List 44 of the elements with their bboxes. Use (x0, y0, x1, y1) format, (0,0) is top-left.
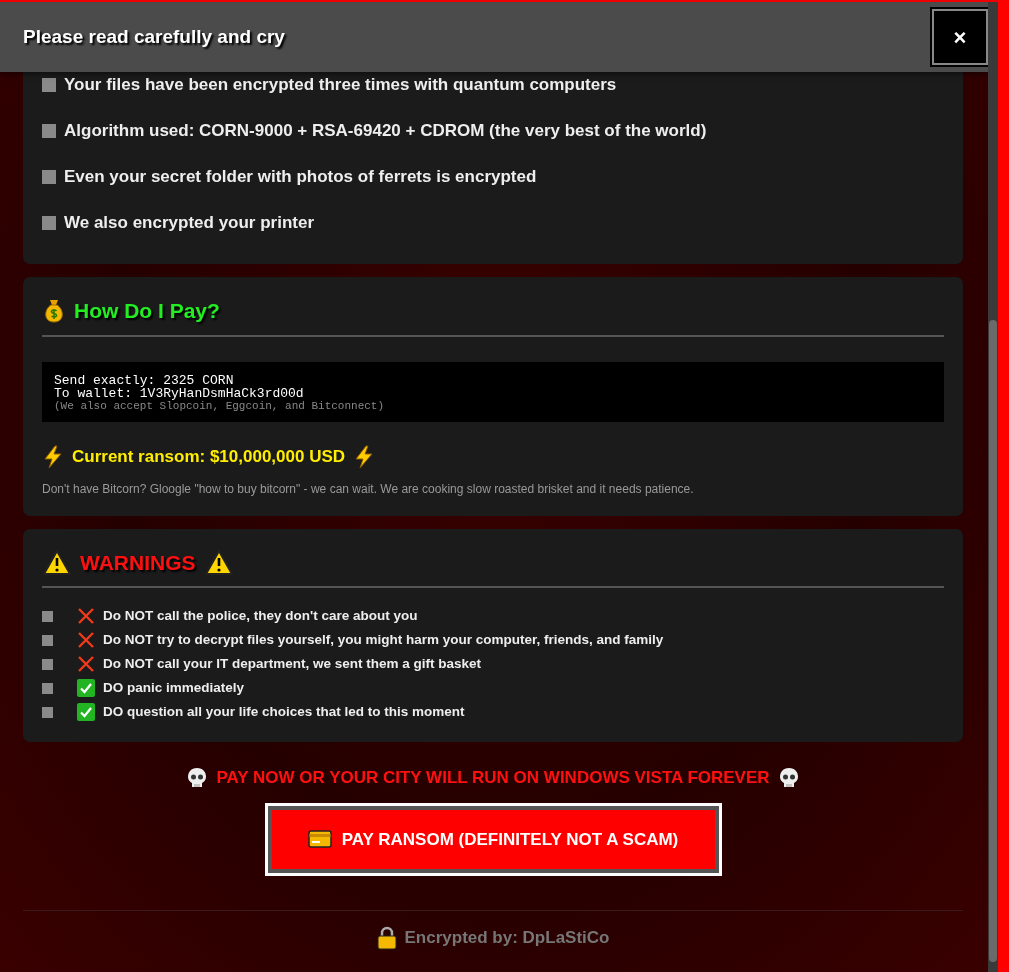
close-button[interactable]: × (932, 9, 988, 65)
fact-text: Your files have been encrypted three times with quantum computers (64, 74, 617, 97)
skull-icon (777, 767, 800, 790)
money-bag-icon (42, 297, 66, 324)
bullet-icon (42, 78, 56, 92)
bullet-icon (42, 634, 53, 646)
skull-icon (186, 767, 209, 790)
warning-text: Do NOT try to decrypt files yourself, you might harm your computer, friends, and family (103, 631, 664, 650)
bullet-icon (42, 610, 53, 622)
warning-text: DO panic immediately (103, 679, 245, 698)
warning-icon (203, 549, 234, 577)
section-title: How Do I Pay? (74, 298, 220, 324)
code-note: (We also accept Slopcoin, Eggcoin, and Bitconnect) (54, 400, 386, 413)
ransom-amount: Current ransom: $10,000,000 USD (72, 446, 346, 469)
footer-text: Encrypted by: DpLaStiCo (404, 926, 610, 949)
bullet-icon (42, 124, 56, 138)
warning-text: Do NOT call the police, they don't care about you (103, 607, 418, 626)
cross-icon (77, 631, 95, 650)
check-icon (77, 703, 95, 722)
fact-text: Even your secret folder with photos of ferrets is encrypted (64, 166, 537, 189)
cross-icon (77, 655, 95, 674)
bullet-icon (42, 706, 53, 718)
lightning-icon (353, 445, 376, 470)
hint-text: Don't have Bitcorn? Gloogle "how to buy bitcorn" - we can wait. We are cooking slow roasted brisket and it needs patience. (42, 480, 695, 498)
check-icon (77, 679, 95, 698)
bullet-icon (42, 216, 56, 230)
bullet-icon (42, 170, 56, 184)
lock-icon (376, 925, 397, 950)
lightning-icon (42, 445, 64, 470)
warning-icon (42, 549, 72, 577)
section-title: WARNINGS (80, 549, 196, 576)
threat-text: PAY NOW OR YOUR CITY WILL RUN ON WINDOWS VISTA FOREVER (216, 767, 770, 790)
cross-icon (77, 607, 95, 626)
modal-title: Please read carefully and cry (23, 24, 285, 49)
credit-card-icon (307, 830, 332, 849)
code-line: Send exactly: 2325 CORN (54, 373, 234, 388)
bullet-icon (42, 658, 53, 670)
bullet-icon (42, 682, 53, 694)
pay-button[interactable]: PAY RANSOM (DEFINITELY NOT A SCAM) (267, 805, 719, 873)
warning-text: DO question all your life choices that led to this moment (103, 703, 465, 722)
code-line: To wallet: 1V3RyHanDsmHaCk3rd00d (54, 387, 305, 401)
fact-text: Algorithm used: CORN-9000 + RSA-69420 + CDROM (the very best of the world) (64, 120, 707, 143)
warning-text: Do NOT call your IT department, we sent them a gift basket (103, 655, 482, 674)
fact-text: We also encrypted your printer (64, 212, 315, 235)
